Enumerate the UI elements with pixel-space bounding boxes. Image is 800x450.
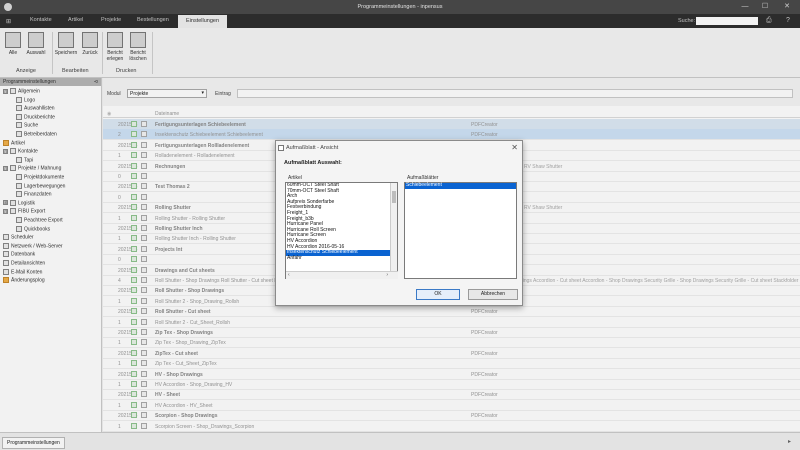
sheets-items: Schiebeelement (405, 182, 516, 189)
articles-hscrollbar[interactable]: ‹ › (286, 271, 398, 279)
scroll-right-icon[interactable]: › (386, 272, 388, 278)
articles-vscrollbar[interactable] (390, 183, 397, 271)
article-list-item[interactable]: Anfahr (286, 255, 390, 262)
articles-items: 60mm-OCT Steel Shaft 70mm-OCT Steel Shaft… (286, 183, 390, 271)
dialog-title: Aufmaßblatt - Ansicht (286, 145, 339, 151)
dialog-subtitle: Aufmaßblatt Auswahl: (284, 160, 342, 166)
cancel-button[interactable]: Abbrechen (468, 289, 518, 300)
ok-button[interactable]: OK (416, 289, 460, 300)
dialog-app-icon (278, 145, 284, 151)
dialog-close-icon[interactable]: ✕ (511, 143, 518, 152)
sheets-list-label: Aufmaßblätter (407, 175, 439, 181)
aufmassblatt-dialog: Aufmaßblatt - Ansicht ✕ Aufmaßblatt Ausw… (275, 140, 523, 306)
vscroll-thumb[interactable] (392, 191, 396, 203)
articles-list-label: Artikel (288, 175, 302, 181)
sheets-list[interactable]: Schiebeelement (404, 182, 517, 279)
articles-list[interactable]: 60mm-OCT Steel Shaft 70mm-OCT Steel Shaft… (285, 182, 398, 279)
sheet-list-item[interactable]: Schiebeelement (405, 182, 516, 189)
scroll-left-icon[interactable]: ‹ (288, 272, 290, 278)
